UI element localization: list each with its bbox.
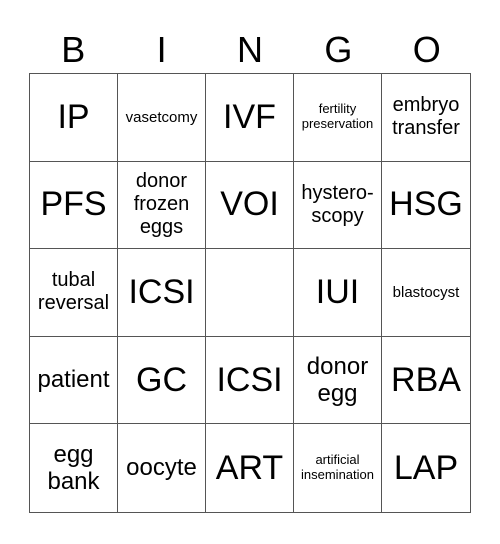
cell-text: blastocyst	[392, 283, 460, 301]
cell-text: hystero-scopy	[301, 181, 374, 227]
bingo-cell[interactable]: VOI	[206, 161, 294, 250]
cell-text: VOI	[220, 185, 279, 224]
cell-text: IVF	[223, 97, 276, 136]
cell-text: fertility preservation	[301, 101, 374, 132]
cell-text: donor frozen eggs	[133, 170, 190, 239]
cell-text: GC	[136, 360, 187, 399]
cell-text: tubal reversal	[37, 269, 110, 315]
bingo-cell[interactable]: vasetcomy	[118, 74, 206, 162]
bingo-cell[interactable]: patient	[30, 336, 118, 425]
cell-text: PFS	[40, 185, 107, 224]
bingo-cell[interactable]: LAP	[382, 424, 470, 512]
bingo-cell[interactable]: IP	[30, 74, 118, 162]
cell-text: LAP	[393, 448, 459, 487]
bingo-cell[interactable]: RBA	[382, 337, 470, 425]
header-letter-n: N	[236, 29, 263, 70]
bingo-cell[interactable]: blastocyst	[382, 249, 470, 337]
header-letter-o: O	[412, 29, 441, 70]
cell-text: IUI	[315, 272, 360, 311]
bingo-cell[interactable]: oocyte	[118, 424, 206, 512]
header-letter-b: B	[61, 29, 86, 70]
free-space-cell[interactable]	[206, 249, 294, 337]
cell-text: HSG	[389, 185, 463, 224]
cell-text: ICSI	[128, 272, 195, 311]
bingo-cell[interactable]: fertility preservation	[294, 74, 382, 162]
bingo-cell[interactable]: HSG	[382, 162, 470, 250]
bingo-cell[interactable]: tubal reversal	[30, 249, 118, 337]
cell-text: ART	[215, 448, 284, 487]
cell-text: donor egg	[306, 352, 369, 408]
bingo-cell[interactable]: ICSI	[206, 336, 294, 425]
bingo-cell[interactable]: artificial insemination	[294, 424, 382, 512]
bingo-cell[interactable]: hystero-scopy	[294, 161, 382, 250]
cell-text: ICSI	[216, 360, 283, 399]
cell-text: artificial insemination	[301, 452, 374, 483]
bingo-cell[interactable]: donor frozen eggs	[118, 161, 206, 250]
bingo-cell[interactable]: ICSI	[118, 249, 206, 337]
header-letter-i: I	[156, 29, 167, 70]
bingo-cell[interactable]: GC	[118, 336, 206, 425]
cell-text: vasetcomy	[125, 108, 198, 126]
bingo-cell[interactable]: PFS	[30, 161, 118, 250]
bingo-grid: IP vasetcomy IVF fertility preservation embr…	[29, 73, 471, 513]
cell-text: patient	[37, 366, 110, 394]
cell-text: RBA	[391, 360, 461, 399]
header-letter-g: G	[324, 29, 353, 70]
bingo-cell[interactable]: donor egg	[294, 336, 382, 425]
bingo-cell[interactable]: egg bank	[30, 424, 118, 512]
cell-text: egg bank	[47, 440, 100, 496]
bingo-cell[interactable]: embryo transfer	[382, 74, 470, 162]
cell-text: oocyte	[126, 454, 197, 482]
bingo-header: B I N G O	[29, 28, 471, 72]
bingo-cell[interactable]: IUI	[294, 249, 382, 337]
cell-text: embryo transfer	[392, 94, 460, 140]
bingo-cell[interactable]: IVF	[206, 74, 294, 162]
bingo-cell[interactable]: ART	[206, 424, 294, 512]
cell-text: IP	[57, 97, 90, 136]
